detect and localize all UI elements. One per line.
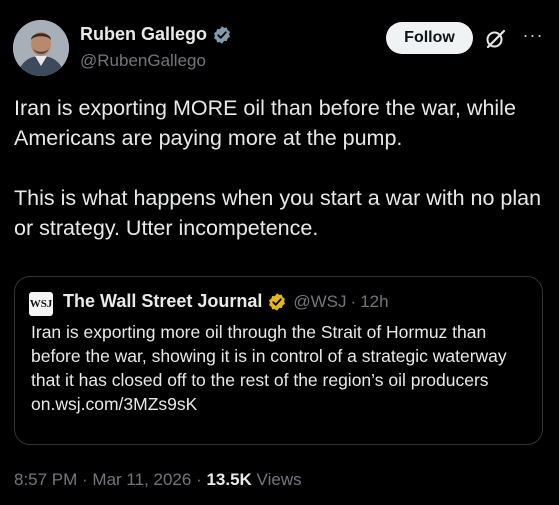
tweet-date[interactable]: Mar 11, 2026: [92, 470, 191, 489]
quoted-text: Iran is exporting more oil through the S…: [31, 322, 507, 414]
tweet-paragraph: This is what happens when you start a wa…: [14, 186, 542, 240]
avatar-image: [13, 20, 69, 76]
views-count: 13.5K: [206, 470, 252, 489]
meta-separator: ·: [77, 470, 93, 489]
tweet-meta: 8:57 PM · Mar 11, 2026 · 13.5K Views: [14, 470, 302, 490]
author-display-name[interactable]: Ruben Gallego: [80, 24, 207, 45]
author-handle[interactable]: @RubenGallego: [80, 51, 206, 71]
gold-verified-badge-icon: [269, 292, 286, 311]
quoted-header: The Wall Street Journal @WSJ · 12h: [63, 291, 389, 312]
quoted-handle[interactable]: @WSJ: [293, 292, 346, 312]
quoted-separator: ·: [350, 291, 357, 311]
author-avatar[interactable]: [13, 20, 69, 76]
tweet-text: Iran is exporting MORE oil than before t…: [14, 93, 544, 243]
tweet-time[interactable]: 8:57 PM: [14, 470, 77, 489]
quoted-timestamp[interactable]: 12h: [360, 292, 388, 312]
tweet-paragraph: Iran is exporting MORE oil than before t…: [14, 96, 516, 150]
grok-icon[interactable]: [483, 27, 507, 51]
verified-badge-icon: [214, 25, 230, 44]
views-label: Views: [251, 470, 302, 489]
wsj-logo-icon: WSJ: [29, 292, 53, 316]
follow-button[interactable]: Follow: [386, 22, 473, 54]
more-options-icon[interactable]: ···: [521, 26, 545, 47]
quoted-tweet-card[interactable]: WSJ The Wall Street Journal @WSJ · 12h I…: [14, 276, 543, 445]
quoted-display-name[interactable]: The Wall Street Journal: [63, 291, 262, 312]
meta-separator: ·: [191, 470, 207, 489]
author-name-row: Ruben Gallego: [80, 24, 232, 45]
